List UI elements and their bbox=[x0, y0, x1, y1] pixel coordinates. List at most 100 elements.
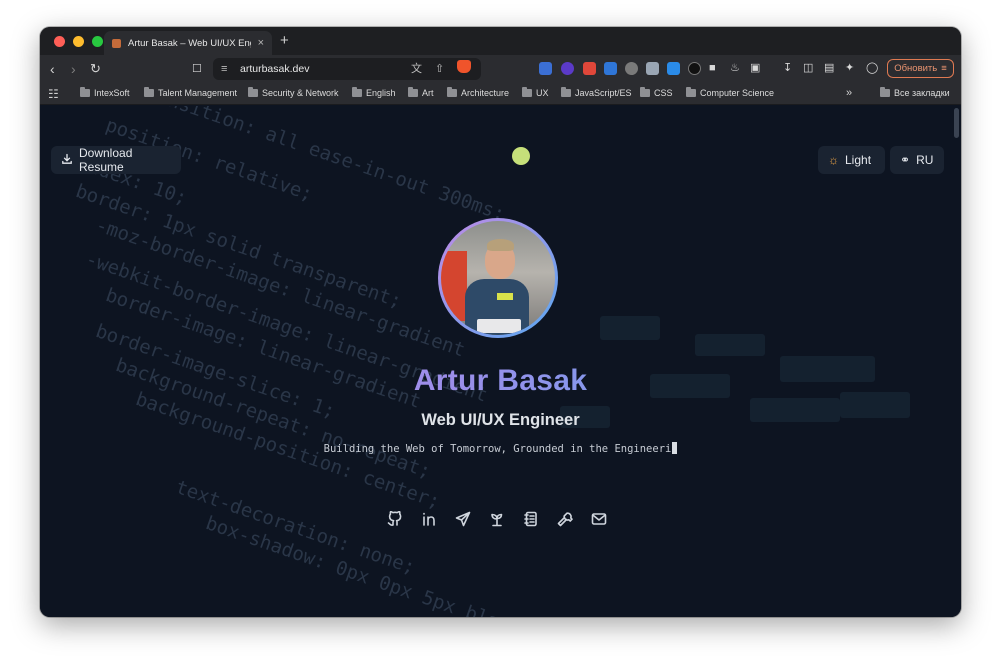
decor-block bbox=[600, 316, 660, 340]
brave-shields-icon[interactable] bbox=[457, 60, 471, 73]
new-tab-button[interactable]: + bbox=[280, 32, 289, 50]
bookmark-folder[interactable]: CSS bbox=[640, 87, 673, 98]
bookmark-folder[interactable]: English bbox=[352, 87, 396, 98]
bookmark-folder[interactable]: JavaScript/ES bbox=[561, 87, 632, 98]
extension-translate-icon[interactable] bbox=[539, 62, 552, 75]
browser-window: Artur Basak – Web UI/UX Engi × + ‹ › ↻ ☐… bbox=[40, 27, 961, 617]
page-scrollbar[interactable] bbox=[954, 108, 959, 138]
code-background: transition: all ease-in-out 300ms; posit… bbox=[40, 106, 961, 617]
extension-ai-icon[interactable] bbox=[667, 62, 680, 75]
download-icon bbox=[61, 153, 73, 168]
tab-strip: Artur Basak – Web UI/UX Engi × + bbox=[40, 27, 961, 55]
telegram-icon[interactable] bbox=[454, 510, 471, 527]
github-icon[interactable] bbox=[386, 510, 403, 527]
theme-toggle-button[interactable]: ☼ Light bbox=[818, 146, 885, 174]
language-toggle-button[interactable]: ⚭ RU bbox=[890, 146, 944, 174]
download-resume-label: Download Resume bbox=[79, 146, 133, 174]
extension-black-icon[interactable] bbox=[688, 62, 701, 75]
mail-icon[interactable] bbox=[590, 510, 607, 527]
profile-name: Artur Basak bbox=[40, 364, 961, 398]
wrench-icon[interactable] bbox=[556, 510, 573, 527]
bookmark-folder[interactable]: UX bbox=[522, 87, 549, 98]
bookmark-label: Art bbox=[422, 88, 434, 98]
minimize-window-button[interactable] bbox=[73, 36, 84, 47]
download-icon[interactable]: ↧ bbox=[783, 61, 792, 75]
page-viewport: transition: all ease-in-out 300ms; posit… bbox=[40, 106, 961, 617]
folder-icon bbox=[447, 87, 457, 97]
bookmark-label: Talent Management bbox=[158, 88, 238, 98]
maximize-window-button[interactable] bbox=[92, 36, 103, 47]
sprout-icon[interactable] bbox=[488, 510, 505, 527]
notebook-icon[interactable] bbox=[522, 510, 539, 527]
photo-badge bbox=[497, 293, 513, 300]
more-bookmarks-icon[interactable]: » bbox=[846, 87, 852, 99]
tab-title: Artur Basak – Web UI/UX Engi bbox=[128, 37, 251, 49]
close-window-button[interactable] bbox=[54, 36, 65, 47]
photo-background bbox=[441, 251, 467, 321]
bookmark-folder[interactable]: IntexSoft bbox=[80, 87, 130, 98]
bookmark-icon[interactable]: ☐ bbox=[192, 61, 202, 77]
forward-icon[interactable]: › bbox=[71, 61, 76, 77]
tab-close-button[interactable]: × bbox=[258, 37, 264, 49]
site-favicon-icon bbox=[112, 38, 121, 48]
browser-toolbar: ‹ › ↻ ☐ ≡ arturbasak.dev 文 ⇧ ■ ♨ ▣ ↧ ◫ ▤… bbox=[40, 55, 961, 83]
avatar bbox=[438, 218, 558, 338]
download-resume-button[interactable]: Download Resume bbox=[51, 146, 181, 174]
shirt-icon[interactable]: ■ bbox=[709, 61, 716, 75]
extension-grey-icon[interactable] bbox=[646, 62, 659, 75]
sidebar-icon[interactable]: ◫ bbox=[803, 61, 813, 75]
folder-icon bbox=[80, 87, 90, 97]
back-icon[interactable]: ‹ bbox=[50, 61, 55, 77]
bookmark-folder[interactable]: Computer Science bbox=[686, 87, 775, 98]
language-label: RU bbox=[916, 153, 934, 167]
puzzle-icon[interactable]: ♨ bbox=[730, 61, 740, 75]
folder-icon bbox=[408, 87, 418, 97]
bookmark-label: Architecture bbox=[461, 88, 510, 98]
screenshot-icon[interactable]: ▣ bbox=[750, 61, 760, 75]
sun-icon: ☼ bbox=[828, 153, 839, 167]
extension-badge-icon[interactable] bbox=[561, 62, 574, 75]
cursor-follower-dot bbox=[512, 147, 530, 165]
bookmark-label: English bbox=[366, 88, 396, 98]
menu-icon: ≡ bbox=[941, 63, 947, 74]
bookmark-label: Все закладки bbox=[894, 88, 950, 98]
globe-icon: ⚭ bbox=[900, 153, 911, 167]
bookmark-folder[interactable]: Security & Network bbox=[248, 87, 339, 98]
social-links bbox=[386, 510, 607, 527]
bookmark-folder[interactable]: Art bbox=[408, 87, 434, 98]
typing-tagline: Building the Web of Tomorrow, Grounded i… bbox=[40, 442, 961, 455]
bookmark-folder[interactable]: Talent Management bbox=[144, 87, 238, 98]
vpn-shield-icon[interactable]: ◯ bbox=[866, 61, 878, 75]
active-tab[interactable]: Artur Basak – Web UI/UX Engi × bbox=[104, 31, 272, 55]
folder-icon bbox=[561, 87, 571, 97]
wordpress-icon[interactable] bbox=[625, 62, 638, 75]
address-bar[interactable]: ≡ arturbasak.dev 文 ⇧ bbox=[213, 58, 481, 80]
leo-ai-icon[interactable]: ✦ bbox=[845, 61, 854, 75]
site-settings-icon[interactable]: ≡ bbox=[221, 62, 227, 76]
url-text[interactable]: arturbasak.dev bbox=[240, 63, 309, 75]
update-button[interactable]: Обновить ≡ bbox=[887, 59, 954, 78]
folder-icon bbox=[686, 87, 696, 97]
bookmark-label: CSS bbox=[654, 88, 673, 98]
code-line: transition: all ease-in-out 300ms; bbox=[132, 106, 508, 226]
folder-icon bbox=[144, 87, 154, 97]
all-bookmarks-folder[interactable]: Все закладки bbox=[880, 87, 950, 98]
linkedin-icon[interactable] bbox=[420, 510, 437, 527]
profile-photo bbox=[441, 221, 555, 335]
bookmark-label: Computer Science bbox=[700, 88, 775, 98]
extension-red-icon[interactable] bbox=[583, 62, 596, 75]
share-icon[interactable]: ⇧ bbox=[435, 62, 444, 76]
reload-icon[interactable]: ↻ bbox=[90, 61, 101, 77]
bookmarks-bar: ☷ IntexSoft Talent Management Security &… bbox=[40, 83, 961, 105]
folder-icon bbox=[352, 87, 362, 97]
bookmark-folder[interactable]: Architecture bbox=[447, 87, 510, 98]
extension-blue-icon[interactable] bbox=[604, 62, 617, 75]
translate-icon[interactable]: 文 bbox=[411, 62, 422, 76]
tagline-text: Building the Web of Tomorrow, Grounded i… bbox=[323, 443, 672, 455]
theme-label: Light bbox=[845, 153, 872, 167]
folder-icon bbox=[640, 87, 650, 97]
apps-grid-icon[interactable]: ☷ bbox=[48, 88, 59, 100]
wallet-icon[interactable]: ▤ bbox=[824, 61, 834, 75]
folder-icon bbox=[248, 87, 258, 97]
bookmark-label: JavaScript/ES bbox=[575, 88, 632, 98]
